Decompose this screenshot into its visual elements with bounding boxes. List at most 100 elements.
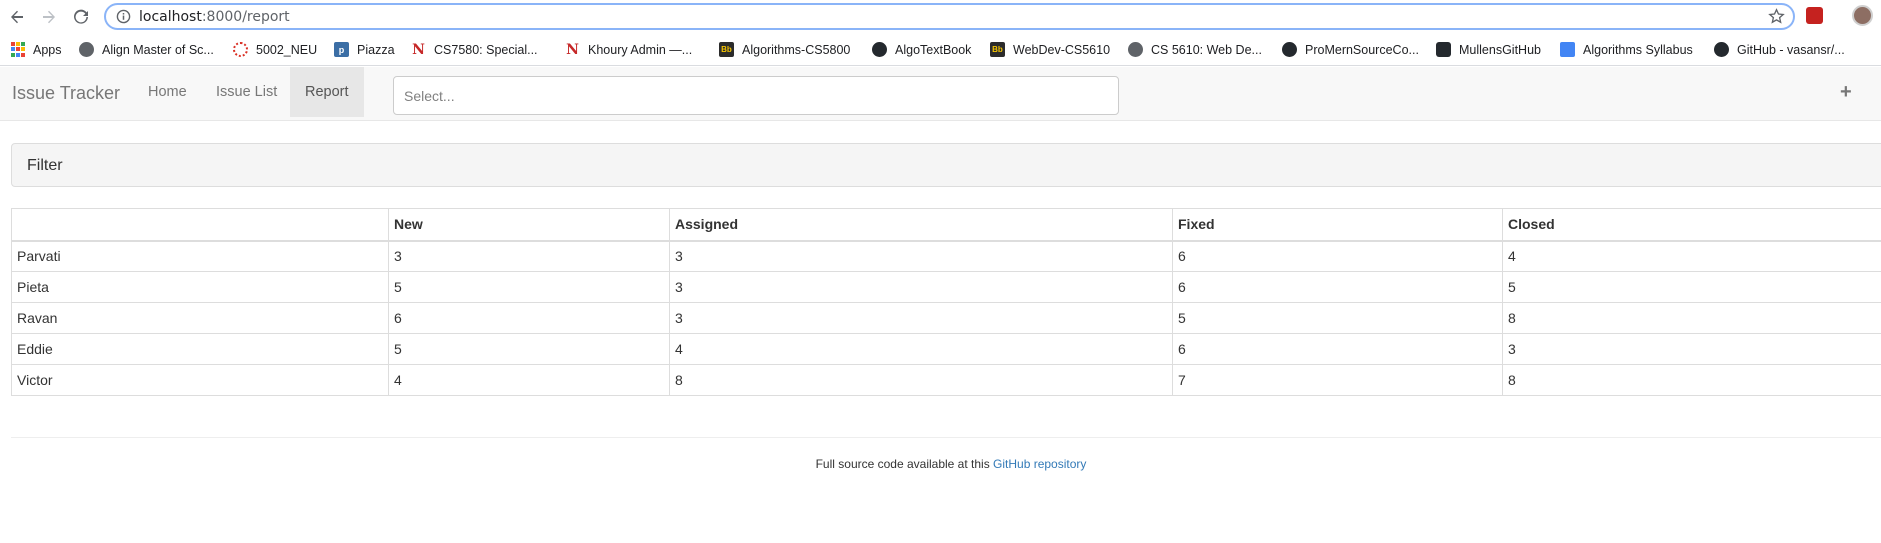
bookmark-promernsource[interactable]: ProMernSourceCo... <box>1282 41 1419 58</box>
northeastern-icon: N <box>412 41 425 58</box>
fixed-count-cell: 7 <box>1172 364 1503 396</box>
bookmark-algorithms-syllabus[interactable]: Algorithms Syllabus <box>1560 41 1693 58</box>
globe-icon <box>1128 42 1143 57</box>
table-row: Parvati 3 3 6 4 <box>11 240 1881 272</box>
column-header-owner <box>11 208 389 242</box>
back-arrow-icon[interactable] <box>6 6 28 28</box>
plus-icon[interactable]: + <box>1840 81 1852 104</box>
new-count-cell: 6 <box>388 302 670 334</box>
table-row: Victor 4 8 7 8 <box>11 364 1881 396</box>
bookmark-github-vasansr[interactable]: GitHub - vasansr/... <box>1714 41 1845 58</box>
bookmark-label: ProMernSourceCo... <box>1305 42 1419 57</box>
owner-cell: Victor <box>11 364 389 396</box>
table-row: Eddie 5 4 6 3 <box>11 333 1881 365</box>
bookmark-cs7580[interactable]: N CS7580: Special... <box>411 41 538 58</box>
owner-cell: Pieta <box>11 271 389 303</box>
northeastern-icon: N <box>566 41 579 58</box>
blackboard-icon: Bb <box>719 42 734 57</box>
nav-home[interactable]: Home <box>133 67 202 117</box>
select-placeholder: Select... <box>404 88 455 104</box>
column-header-new: New <box>388 208 670 242</box>
bookmark-label: Apps <box>33 42 62 57</box>
table-header-row: New Assigned Fixed Closed <box>11 208 1881 242</box>
fixed-count-cell: 6 <box>1172 240 1503 272</box>
bookmark-piazza[interactable]: p Piazza <box>334 41 395 58</box>
filter-panel-title[interactable]: Filter <box>27 157 63 175</box>
assigned-count-cell: 4 <box>669 333 1173 365</box>
bookmark-label: MullensGitHub <box>1459 42 1541 57</box>
footer-divider <box>11 437 1881 438</box>
bookmark-star-icon[interactable] <box>1768 8 1785 25</box>
assigned-count-cell: 3 <box>669 271 1173 303</box>
bookmark-label: Algorithms Syllabus <box>1583 42 1693 57</box>
github-icon <box>872 42 887 57</box>
bookmark-label: WebDev-CS5610 <box>1013 42 1111 57</box>
reload-icon[interactable] <box>70 6 92 28</box>
google-docs-icon <box>1560 42 1575 57</box>
extension-icon[interactable] <box>1806 7 1823 24</box>
new-count-cell: 5 <box>388 333 670 365</box>
owner-cell: Parvati <box>11 240 389 272</box>
browser-toolbar: localhost:8000/report <box>0 0 1881 33</box>
table-row: Pieta 5 3 6 5 <box>11 271 1881 303</box>
app-brand[interactable]: Issue Tracker <box>12 83 120 104</box>
blackboard-icon: Bb <box>990 42 1005 57</box>
table-row: Ravan 6 3 5 8 <box>11 302 1881 334</box>
bookmark-webdev-cs5610[interactable]: Bb WebDev-CS5610 <box>990 41 1110 58</box>
fixed-count-cell: 6 <box>1172 271 1503 303</box>
owner-cell: Eddie <box>11 333 389 365</box>
issue-report-table: New Assigned Fixed Closed Parvati 3 3 6 … <box>11 208 1881 396</box>
nav-issue-list[interactable]: Issue List <box>201 67 292 117</box>
forward-arrow-icon[interactable] <box>38 6 60 28</box>
apps-grid-icon <box>10 42 25 57</box>
new-count-cell: 5 <box>388 271 670 303</box>
column-header-assigned: Assigned <box>669 208 1173 242</box>
bookmark-algorithms-cs5800[interactable]: Bb Algorithms-CS5800 <box>719 41 850 58</box>
bookmark-label: CS 5610: Web De... <box>1151 42 1262 57</box>
bookmark-mullensgithub[interactable]: MullensGitHub <box>1436 41 1541 58</box>
closed-count-cell: 3 <box>1502 333 1881 365</box>
app-navbar: Issue Tracker Home Issue List Report Sel… <box>0 67 1881 121</box>
bookmark-label: Piazza <box>357 42 395 57</box>
bookmark-cs5610-web[interactable]: CS 5610: Web De... <box>1128 41 1262 58</box>
new-count-cell: 4 <box>388 364 670 396</box>
column-header-fixed: Fixed <box>1172 208 1503 242</box>
footer-text: Full source code available at this <box>815 457 990 471</box>
bookmark-khoury-admin[interactable]: N Khoury Admin —... <box>565 41 692 58</box>
ring-icon <box>233 42 248 57</box>
new-count-cell: 3 <box>388 240 670 272</box>
piazza-icon: p <box>334 42 349 57</box>
assigned-count-cell: 8 <box>669 364 1173 396</box>
assigned-count-cell: 3 <box>669 302 1173 334</box>
issue-search-select[interactable]: Select... <box>393 76 1119 115</box>
bookmark-label: Algorithms-CS5800 <box>742 42 851 57</box>
bookmark-label: GitHub - vasansr/... <box>1737 42 1845 57</box>
bookmark-5002-neu[interactable]: 5002_NEU <box>233 41 317 58</box>
github-icon <box>1282 42 1297 57</box>
bookmarks-bar: Apps Align Master of Sc... 5002_NEU p Pi… <box>0 33 1881 66</box>
closed-count-cell: 4 <box>1502 240 1881 272</box>
bookmark-label: 5002_NEU <box>256 42 318 57</box>
filter-panel[interactable]: Filter <box>11 143 1881 187</box>
bookmark-label: CS7580: Special... <box>434 42 538 57</box>
url-text: localhost:8000/report <box>139 9 290 25</box>
globe-icon <box>79 42 94 57</box>
bookmark-label: Khoury Admin —... <box>588 42 693 57</box>
site-info-icon[interactable] <box>116 9 131 24</box>
bookmark-label: Align Master of Sc... <box>102 42 214 57</box>
profile-avatar[interactable] <box>1852 5 1873 26</box>
bookmark-algotextbook[interactable]: AlgoTextBook <box>872 41 971 58</box>
assigned-count-cell: 3 <box>669 240 1173 272</box>
github-repository-link[interactable]: GitHub repository <box>993 457 1086 471</box>
nav-report[interactable]: Report <box>290 67 364 117</box>
owner-cell: Ravan <box>11 302 389 334</box>
column-header-closed: Closed <box>1502 208 1881 242</box>
bookmark-label: AlgoTextBook <box>895 42 972 57</box>
address-bar[interactable]: localhost:8000/report <box>104 3 1795 30</box>
bookmark-align-master[interactable]: Align Master of Sc... <box>79 41 214 58</box>
github-icon <box>1714 42 1729 57</box>
closed-count-cell: 5 <box>1502 271 1881 303</box>
closed-count-cell: 8 <box>1502 364 1881 396</box>
bookmark-apps[interactable]: Apps <box>10 41 62 58</box>
page-footer: Full source code available at this GitHu… <box>0 457 1881 471</box>
